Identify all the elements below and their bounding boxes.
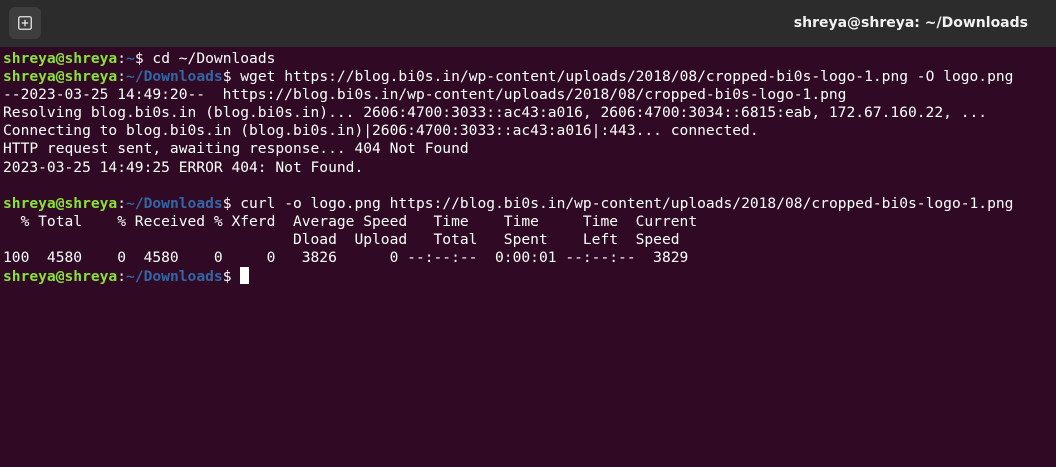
- prompt-user: shreya@shreya: [3, 50, 118, 67]
- prompt-line: shreya@shreya:~$ cd ~/Downloads: [3, 50, 1053, 68]
- prompt-dollar: $: [222, 194, 241, 212]
- prompt-user: shreya@shreya: [3, 194, 118, 212]
- prompt-colon: :: [117, 68, 127, 86]
- command-text: cd ~/Downloads: [152, 50, 276, 67]
- prompt-user: shreya@shreya: [3, 68, 118, 86]
- prompt-colon: :: [117, 50, 127, 67]
- output-line: 2023-03-25 14:49:25 ERROR 404: Not Found…: [3, 158, 364, 176]
- command-text: curl -o logo.png https://blog.bi0s.in/wp…: [240, 194, 1014, 212]
- new-tab-button[interactable]: [9, 7, 41, 39]
- prompt-colon: :: [117, 194, 127, 212]
- text-cursor: [240, 267, 250, 285]
- active-prompt-line: shreya@shreya:~/Downloads$: [3, 267, 1053, 285]
- prompt-path: ~: [126, 50, 135, 67]
- prompt-path: ~/Downloads: [126, 268, 223, 286]
- terminal-output[interactable]: shreya@shreya:~$ cd ~/Downloads shreya@sh…: [3, 50, 1053, 464]
- window-title: shreya@shreya: ~/Downloads: [793, 15, 1028, 31]
- prompt-dollar: $: [222, 268, 241, 286]
- prompt-dollar: $: [134, 50, 153, 67]
- prompt-user: shreya@shreya: [3, 268, 118, 286]
- terminal-window: shreya@shreya: ~/Downloads shreya@shreya…: [0, 0, 1056, 467]
- prompt-path: ~/Downloads: [126, 68, 223, 86]
- title-bar: shreya@shreya: ~/Downloads: [0, 0, 1056, 47]
- prompt-dollar: $: [222, 68, 241, 86]
- prompt-line: shreya@shreya:~/Downloads$ wget https://…: [3, 68, 1053, 86]
- output-line: HTTP request sent, awaiting response... …: [3, 140, 469, 158]
- output-line: Connecting to blog.bi0s.in (blog.bi0s.in…: [3, 122, 759, 140]
- output-line: % Total % Received % Xferd Average Speed…: [3, 212, 698, 230]
- output-line: Resolving blog.bi0s.in (blog.bi0s.in)...…: [3, 104, 988, 122]
- command-text: wget https://blog.bi0s.in/wp-content/upl…: [240, 68, 1014, 86]
- new-tab-icon: [18, 16, 32, 30]
- output-line: --2023-03-25 14:49:20-- https://blog.bi0…: [3, 86, 847, 104]
- output-line: 100 4580 0 4580 0 0 3826 0 --:--:-- 0:00…: [3, 249, 689, 267]
- output-line: Dload Upload Total Spent Left Speed: [3, 230, 680, 248]
- prompt-line: shreya@shreya:~/Downloads$ curl -o logo.…: [3, 195, 1053, 213]
- prompt-colon: :: [117, 268, 127, 286]
- prompt-path: ~/Downloads: [126, 194, 223, 212]
